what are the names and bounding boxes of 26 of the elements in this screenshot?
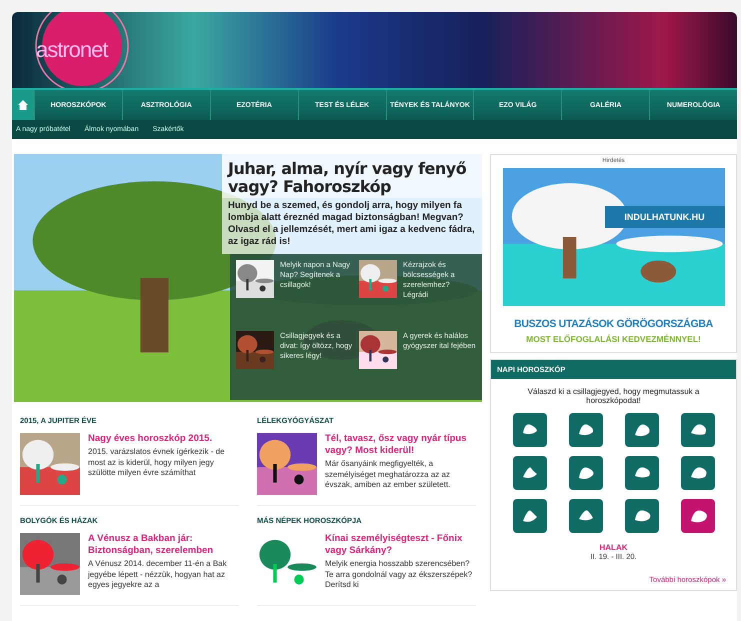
article-summary: A Vénusz 2014. december 11-én a Bak jegyébe lépett - nézzük, hogyan hat az egyes jegyekre az a <box>88 559 228 590</box>
zodiac-button[interactable] <box>568 456 602 490</box>
sign-name: HALAK <box>600 543 628 552</box>
article-link[interactable]: Nagy éves horoszkóp 2015. <box>88 433 239 445</box>
ad-headline: BUSZOS UTAZÁSOK GÖRÖGORSZÁGBA <box>514 318 713 330</box>
zodiac-button[interactable] <box>512 456 546 490</box>
article-summary: 2015. varázslatos évnek ígérkezik - de most az is kiderül, hogy milyen jegy szülötte milyen évre számíthat <box>88 447 226 478</box>
article-summary: Már ősanyáink megfigyelték, a személyiséget meghatározza az az évszak, amiben az ember született. <box>325 459 452 490</box>
article-link[interactable]: Kínai személyiségteszt - Főnix vagy Sárkány? <box>325 533 476 557</box>
home-icon[interactable] <box>12 90 34 120</box>
zodiac-button[interactable] <box>568 413 602 447</box>
article-link[interactable]: A Vénusz a Bakban jár: Biztonságban, szerelemben <box>88 533 239 557</box>
brand-logo: INDULHATUNK.HU <box>604 206 724 228</box>
zodiac-button[interactable] <box>512 499 546 533</box>
zodiac-button[interactable] <box>680 413 714 447</box>
zodiac-button[interactable] <box>680 499 714 533</box>
article-summary: Melyik energia hosszabb szerencsében? Te arra gondolnál vagy az ékszerszépek? Derítsd ki <box>325 559 474 590</box>
zodiac-button[interactable] <box>624 499 658 533</box>
zodiac-button[interactable] <box>624 456 658 490</box>
prompt-text: Válaszd ki a csillagjegyed, hogy megmutassuk a horoszkópodat! <box>526 387 700 405</box>
zodiac-button[interactable] <box>512 413 546 447</box>
ad-subline: MOST ELŐFOGLALÁSI KEDVEZMÉNNYEL! <box>526 334 701 344</box>
zodiac-button[interactable] <box>624 413 658 447</box>
zodiac-button[interactable] <box>568 499 602 533</box>
zodiac-button[interactable] <box>680 456 714 490</box>
article-link[interactable]: Tél, tavasz, ősz vagy nyár típus vagy? Most kiderül! <box>325 433 476 457</box>
